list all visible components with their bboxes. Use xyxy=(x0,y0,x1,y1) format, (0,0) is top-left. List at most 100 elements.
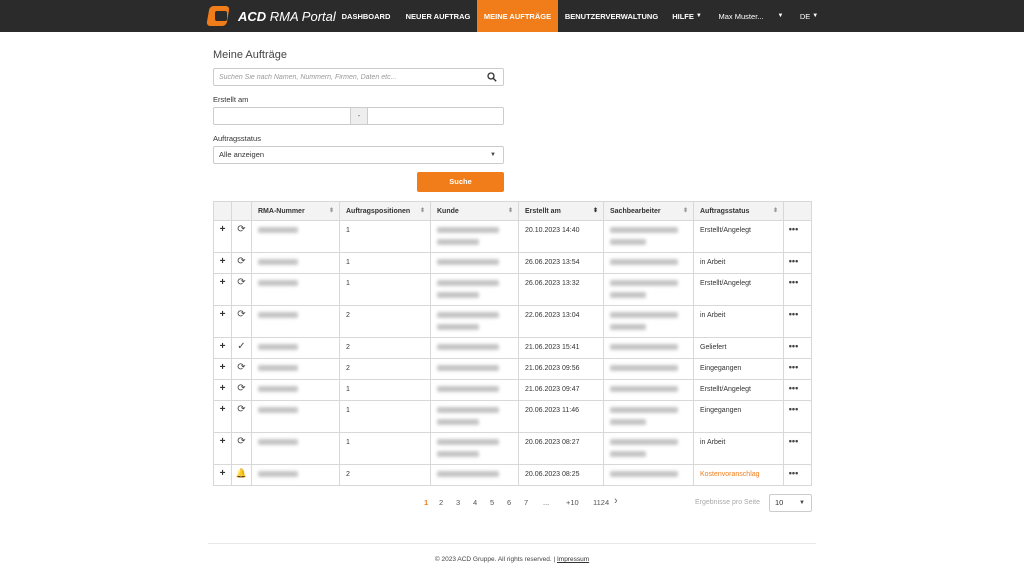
page-link[interactable]: 7 xyxy=(524,498,528,507)
header-label: Auftragsstatus xyxy=(700,208,750,215)
app-logo[interactable]: ACD RMA Portal xyxy=(206,4,336,28)
sort-icon: ⬍ xyxy=(419,208,425,214)
rma-number-cell[interactable] xyxy=(252,253,340,273)
rma-number-cell[interactable] xyxy=(252,221,340,252)
rma-number-cell[interactable] xyxy=(252,433,340,464)
status-cell: in Arbeit xyxy=(694,306,784,337)
customer-cell xyxy=(431,359,519,379)
header-clerk[interactable]: Sachbearbeiter ⬍ xyxy=(604,202,694,220)
date-from-input[interactable] xyxy=(213,107,351,125)
header-rma-number[interactable]: RMA-Nummer ⬍ xyxy=(252,202,340,220)
table-row[interactable]: + ⟳ 1 20.06.2023 11:46 Eingegangen ••• xyxy=(214,401,811,433)
table-row[interactable]: + 🔔 2 20.06.2023 08:25 Kostenvoranschlag ••• xyxy=(214,465,811,486)
table-row[interactable]: + ⟳ 1 21.06.2023 09:47 Erstellt/Angelegt ••• xyxy=(214,380,811,401)
created-cell: 20.06.2023 11:46 xyxy=(519,401,604,432)
nav-language[interactable]: DE ▼ xyxy=(793,0,825,32)
per-page-value: 10 xyxy=(775,498,784,507)
table-row[interactable]: + ⟳ 1 26.06.2023 13:32 Erstellt/Angelegt ••• xyxy=(214,274,811,306)
expand-plus-icon[interactable]: + xyxy=(214,306,232,337)
table-row[interactable]: + ⟳ 2 21.06.2023 09:56 Eingegangen ••• xyxy=(214,359,811,380)
header-expand xyxy=(214,202,232,220)
expand-plus-icon[interactable]: + xyxy=(214,465,232,485)
table-body: + ⟳ 1 20.10.2023 14:40 Erstellt/Angelegt ••• +… xyxy=(214,221,811,486)
page-link[interactable]: 2 xyxy=(439,498,443,507)
header-status[interactable]: Auftragsstatus ⬍ xyxy=(694,202,784,220)
more-actions-icon[interactable]: ••• xyxy=(784,359,803,379)
more-actions-icon[interactable]: ••• xyxy=(784,465,803,485)
table-row[interactable]: + ✓ 2 21.06.2023 15:41 Geliefert ••• xyxy=(214,338,811,359)
nav-help[interactable]: HILFE ▼ xyxy=(665,0,709,32)
refresh-icon: ⟳ xyxy=(232,253,252,273)
status-cell: Erstellt/Angelegt xyxy=(694,274,784,305)
table-row[interactable]: + ⟳ 2 22.06.2023 13:04 in Arbeit ••• xyxy=(214,306,811,338)
page-link[interactable]: 1124 xyxy=(593,498,609,507)
header-customer[interactable]: Kunde ⬍ xyxy=(431,202,519,220)
page-link[interactable]: 1 xyxy=(424,498,428,507)
rma-number-cell[interactable] xyxy=(252,380,340,400)
chevron-right-icon[interactable]: › xyxy=(614,495,618,507)
status-cell: in Arbeit xyxy=(694,433,784,464)
more-actions-icon[interactable]: ••• xyxy=(784,221,803,252)
page-link[interactable]: 4 xyxy=(473,498,477,507)
positions-cell: 2 xyxy=(340,359,431,379)
expand-plus-icon[interactable]: + xyxy=(214,274,232,305)
search-icon[interactable] xyxy=(487,72,497,82)
imprint-link[interactable]: Impressum xyxy=(557,556,589,563)
order-status-label: Auftragsstatus xyxy=(213,134,261,143)
rma-number-cell[interactable] xyxy=(252,465,340,485)
check-icon: ✓ xyxy=(232,338,252,358)
search-input[interactable] xyxy=(214,69,484,85)
search-button[interactable]: Suche xyxy=(417,172,504,192)
order-status-select[interactable]: Alle anzeigen ▼ xyxy=(213,146,504,164)
refresh-icon: ⟳ xyxy=(232,380,252,400)
nav-my-orders[interactable]: MEINE AUFTRÄGE xyxy=(477,0,558,32)
more-actions-icon[interactable]: ••• xyxy=(784,274,803,305)
sort-icon: ⬍ xyxy=(328,208,334,214)
nav-user-menu[interactable]: Max Muster... ▼ xyxy=(711,0,791,32)
header-icon xyxy=(232,202,252,220)
page-link[interactable]: 5 xyxy=(490,498,494,507)
more-actions-icon[interactable]: ••• xyxy=(784,401,803,432)
page-link[interactable]: +10 xyxy=(566,498,579,507)
page-link[interactable]: 3 xyxy=(456,498,460,507)
positions-cell: 1 xyxy=(340,433,431,464)
expand-plus-icon[interactable]: + xyxy=(214,221,232,252)
expand-plus-icon[interactable]: + xyxy=(214,338,232,358)
expand-plus-icon[interactable]: + xyxy=(214,253,232,273)
status-cell: Erstellt/Angelegt xyxy=(694,380,784,400)
created-cell: 20.10.2023 14:40 xyxy=(519,221,604,252)
expand-plus-icon[interactable]: + xyxy=(214,380,232,400)
per-page-select[interactable]: 10 ▼ xyxy=(769,494,812,512)
rma-number-cell[interactable] xyxy=(252,338,340,358)
nav-dashboard[interactable]: DASHBOARD xyxy=(336,0,396,32)
table-row[interactable]: + ⟳ 1 20.06.2023 08:27 in Arbeit ••• xyxy=(214,433,811,465)
header-created[interactable]: Erstellt am ⬍ xyxy=(519,202,604,220)
rma-number-cell[interactable] xyxy=(252,359,340,379)
nav-user-management[interactable]: BENUTZERVERWALTUNG xyxy=(560,0,663,32)
rma-number-cell[interactable] xyxy=(252,274,340,305)
expand-plus-icon[interactable]: + xyxy=(214,359,232,379)
expand-plus-icon[interactable]: + xyxy=(214,433,232,464)
more-actions-icon[interactable]: ••• xyxy=(784,253,803,273)
customer-cell xyxy=(431,253,519,273)
date-to-input[interactable] xyxy=(367,107,504,125)
expand-plus-icon[interactable]: + xyxy=(214,401,232,432)
sort-icon: ⬍ xyxy=(592,208,598,214)
more-actions-icon[interactable]: ••• xyxy=(784,306,803,337)
status-cell: in Arbeit xyxy=(694,253,784,273)
header-label: RMA-Nummer xyxy=(258,208,305,215)
rma-number-cell[interactable] xyxy=(252,306,340,337)
header-positions[interactable]: Auftragspositionen ⬍ xyxy=(340,202,431,220)
logo-mark-icon xyxy=(206,5,232,27)
customer-cell xyxy=(431,465,519,485)
caret-down-icon: ▼ xyxy=(490,152,496,158)
header-label: Auftragspositionen xyxy=(346,208,411,215)
table-row[interactable]: + ⟳ 1 20.10.2023 14:40 Erstellt/Angelegt ••• xyxy=(214,221,811,253)
nav-new-order[interactable]: NEUER AUFTRAG xyxy=(399,0,477,32)
more-actions-icon[interactable]: ••• xyxy=(784,433,803,464)
page-link[interactable]: 6 xyxy=(507,498,511,507)
more-actions-icon[interactable]: ••• xyxy=(784,338,803,358)
rma-number-cell[interactable] xyxy=(252,401,340,432)
table-row[interactable]: + ⟳ 1 26.06.2023 13:54 in Arbeit ••• xyxy=(214,253,811,274)
more-actions-icon[interactable]: ••• xyxy=(784,380,803,400)
